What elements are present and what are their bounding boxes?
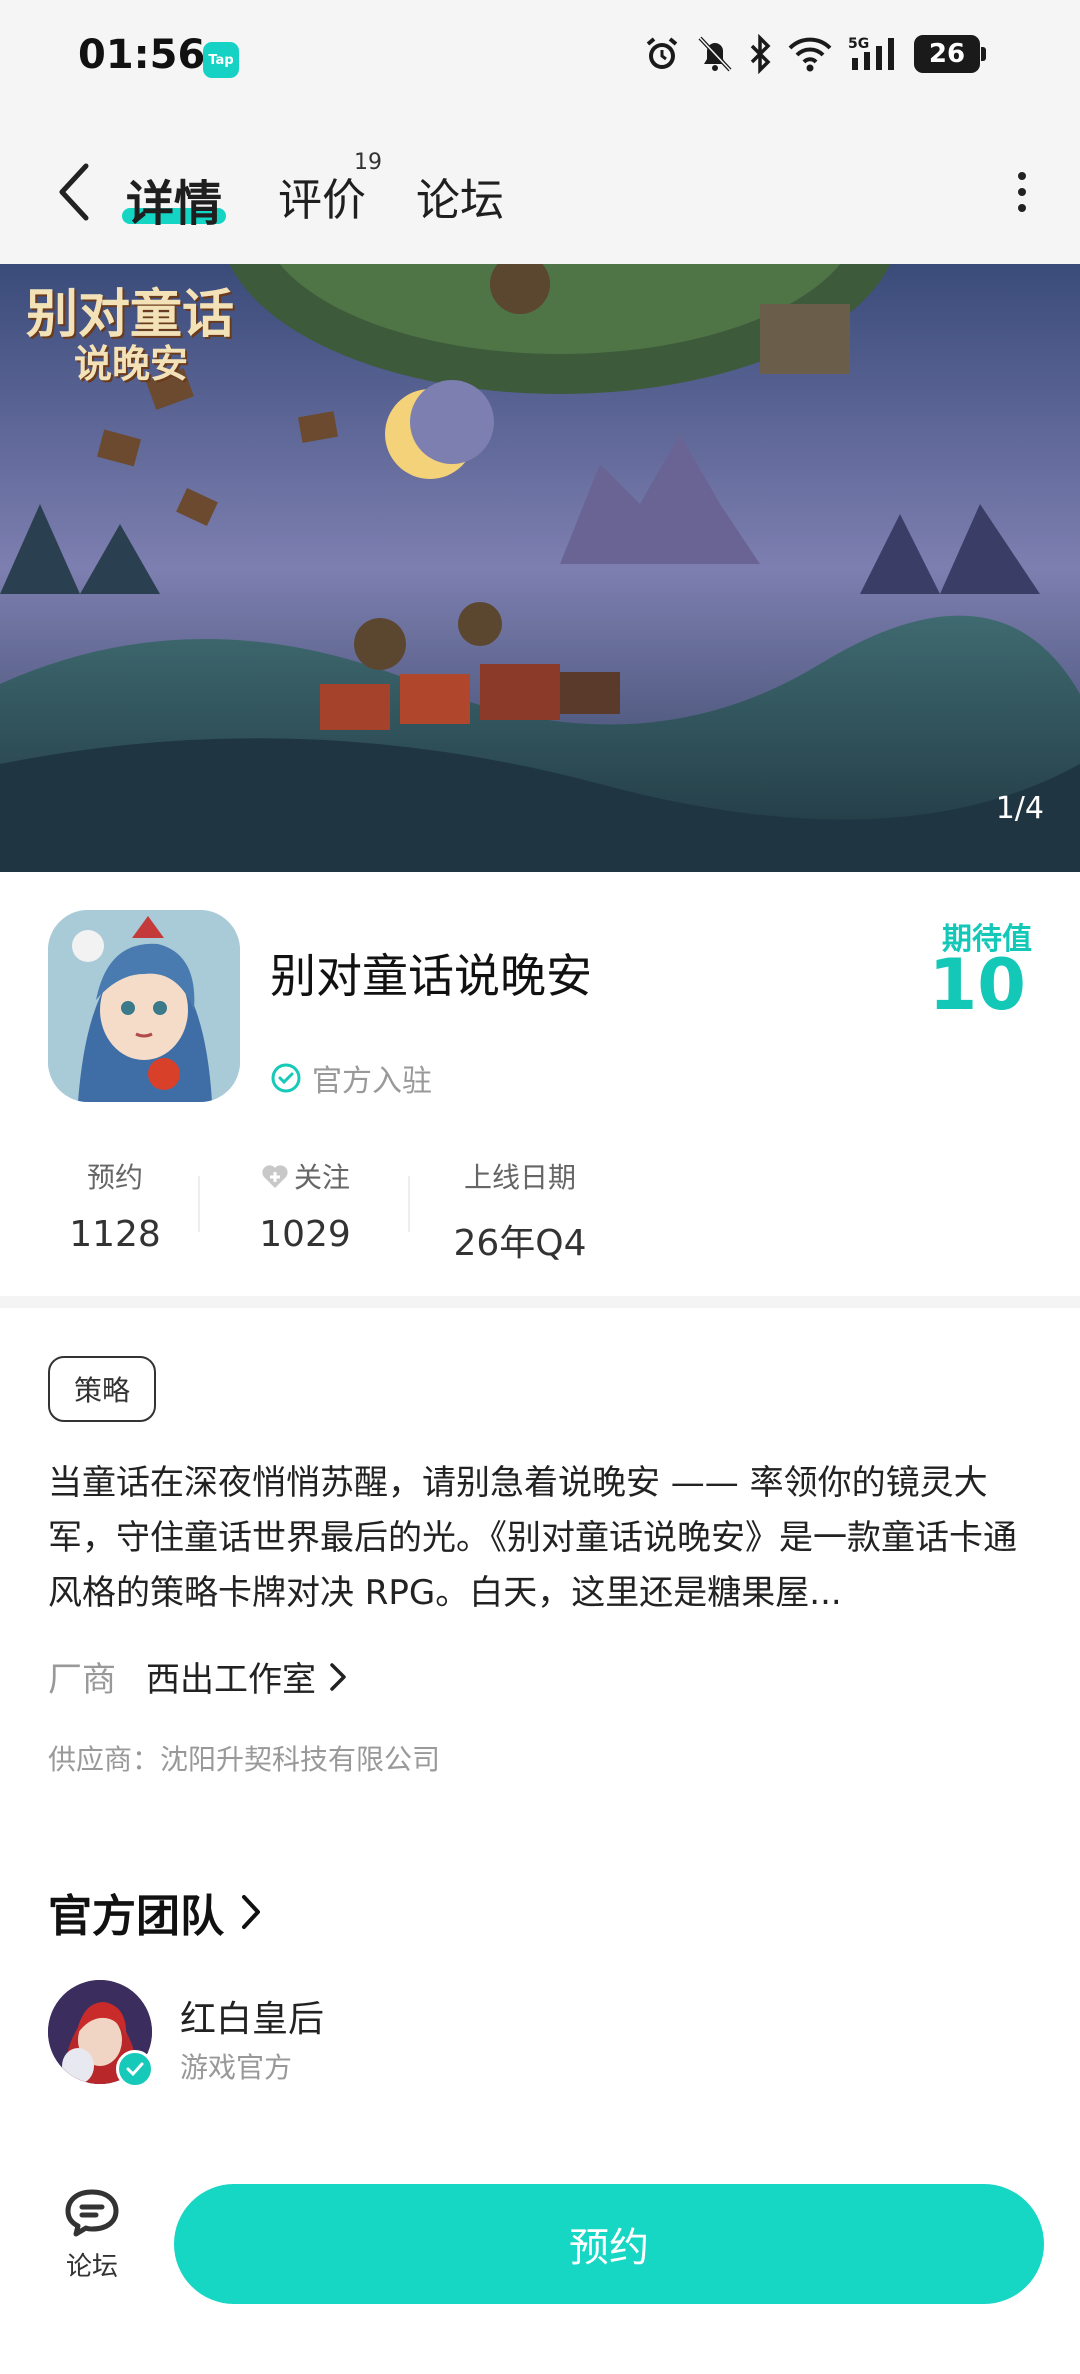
tab-detail[interactable]: 详情 (126, 164, 222, 234)
stat-label: 关注 (293, 1161, 350, 1194)
heart-plus-icon (262, 1165, 288, 1188)
game-description[interactable]: 当童话在深夜悄悄苏醒，请别急着说晚安 —— 率领你的镜灵大军，守住童话世界最后的… (48, 1456, 1038, 1621)
status-time: 01:56 (78, 32, 206, 78)
signal-5g-icon: 5G (848, 36, 894, 70)
tab-forum-label: 论坛 (416, 175, 504, 226)
team-member-name[interactable]: 红白皇后 (180, 1990, 324, 2042)
forum-button-label: 论坛 (65, 2252, 118, 2282)
stat-label: 上线日期 (463, 1161, 576, 1194)
official-team-header[interactable]: 官方团队 (48, 1880, 262, 1944)
tab-forum[interactable]: 论坛 (416, 164, 504, 228)
forum-chat-icon (65, 2189, 119, 2237)
battery-level: 26 (928, 39, 966, 69)
more-vertical-icon (1018, 172, 1026, 180)
supplier-text: 供应商：沈阳升契科技有限公司 (48, 1743, 441, 1776)
nav-bar: 详情 评价 19 论坛 (0, 120, 1080, 264)
back-arrow-icon (59, 163, 89, 221)
official-badge (116, 2050, 154, 2088)
bell-off-icon (698, 36, 732, 72)
status-icons: 5G 26 (642, 34, 986, 74)
game-icon-art (48, 910, 240, 1102)
stat-divider (198, 1176, 200, 1232)
banner-logo: 别对童话 说晚安 (26, 286, 234, 385)
check-icon (126, 2062, 144, 2077)
verified-check-icon (271, 1063, 301, 1093)
banner-logo-line1: 别对童话 (26, 284, 235, 345)
tab-detail-label: 详情 (126, 176, 223, 232)
stat-follows: 关注 1029 (250, 1156, 360, 1255)
more-options-button[interactable] (1002, 166, 1042, 218)
vendor-label: 厂商 (48, 1660, 116, 1700)
stat-value: 26年Q4 (453, 1223, 587, 1264)
reserve-button[interactable]: 预约 (174, 2184, 1044, 2304)
stat-reservations: 预约 1128 (60, 1156, 170, 1255)
tab-review[interactable]: 评价 (278, 164, 366, 228)
alarm-icon (646, 37, 678, 69)
forum-button[interactable]: 论坛 (46, 2186, 138, 2283)
game-icon (48, 910, 240, 1102)
banner-page-indicator: 1/4 (995, 791, 1044, 826)
tap-app-icon: Tap (203, 42, 239, 78)
vendor-row[interactable]: 厂商 西出工作室 (48, 1652, 348, 1701)
stat-value: 1128 (69, 1214, 161, 1255)
official-label: 官方入驻 (312, 1064, 432, 1099)
bluetooth-icon (750, 34, 771, 74)
genre-tag[interactable]: 策略 (48, 1356, 156, 1422)
stat-label: 预约 (86, 1161, 143, 1194)
wifi-icon (788, 37, 832, 72)
stat-divider (408, 1176, 410, 1232)
expect-value: 10 (928, 944, 1026, 1026)
game-title: 别对童话说晚安 (270, 949, 592, 1003)
chevron-right-icon (242, 1895, 260, 1929)
chevron-right-icon (330, 1662, 346, 1691)
review-count-badge: 19 (354, 150, 382, 175)
section-divider (0, 1296, 1080, 1308)
official-verified-tag: 官方入驻 (270, 1056, 432, 1100)
stat-label-row: 关注 (250, 1156, 360, 1196)
stat-release-date: 上线日期 26年Q4 (450, 1156, 590, 1266)
status-bar: 01:56 Tap 5G 26 (0, 0, 1080, 120)
battery-icon: 26 (914, 35, 986, 73)
banner-logo-line2: 说晚安 (74, 341, 189, 387)
official-team-title: 官方团队 (48, 1891, 224, 1942)
svg-text:5G: 5G (848, 36, 869, 52)
team-member-role: 游戏官方 (180, 2051, 293, 2084)
banner-carousel[interactable]: 别对童话 说晚安 1/4 (0, 264, 1080, 872)
vendor-name: 西出工作室 (146, 1660, 316, 1700)
back-button[interactable] (44, 156, 104, 228)
tab-review-label: 评价 (278, 175, 366, 226)
stat-value: 1029 (259, 1214, 351, 1255)
